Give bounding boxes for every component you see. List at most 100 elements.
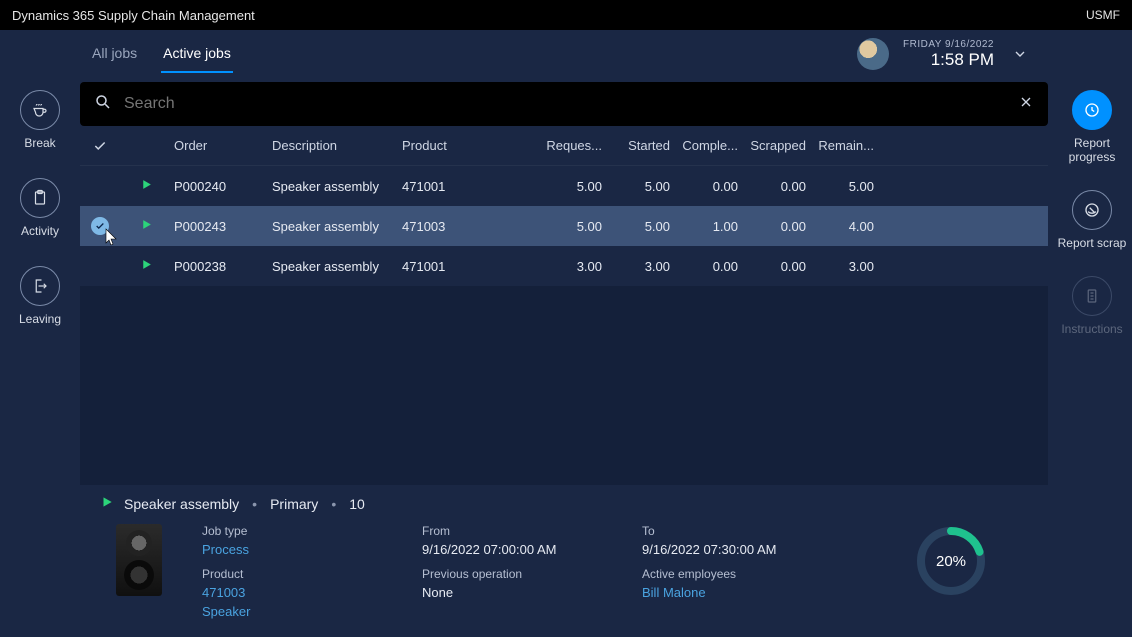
break-button[interactable]: Break xyxy=(20,90,60,150)
cell-remaining: 5.00 xyxy=(812,179,880,194)
exit-icon xyxy=(20,266,60,306)
col-requested[interactable]: Reques... xyxy=(540,138,608,153)
detail-title: Speaker assembly xyxy=(124,496,239,512)
search-bar[interactable] xyxy=(80,82,1048,126)
jobs-table: Order Description Product Reques... Star… xyxy=(80,126,1048,286)
col-scrapped[interactable]: Scrapped xyxy=(744,138,812,153)
prev-op: None xyxy=(422,585,602,600)
clipboard-icon xyxy=(20,178,60,218)
date-text: FRIDAY 9/16/2022 xyxy=(903,39,994,50)
play-icon[interactable] xyxy=(140,179,153,194)
product-thumbnail xyxy=(116,524,162,596)
search-input[interactable] xyxy=(124,95,1018,113)
cell-requested: 5.00 xyxy=(540,179,608,194)
col-order[interactable]: Order xyxy=(174,138,272,153)
progress-icon xyxy=(1072,90,1112,130)
avatar[interactable] xyxy=(857,38,889,70)
emp-label: Active employees xyxy=(642,567,822,581)
table-row[interactable]: P000238 Speaker assembly 471001 3.00 3.0… xyxy=(80,246,1048,286)
row-check-icon[interactable] xyxy=(91,217,109,235)
tab-all-jobs[interactable]: All jobs xyxy=(90,35,139,73)
employee[interactable]: Bill Malone xyxy=(642,585,822,600)
break-label: Break xyxy=(24,136,55,150)
progress-pct: 20% xyxy=(914,524,988,598)
col-completed[interactable]: Comple... xyxy=(676,138,744,153)
info-from: From 9/16/2022 07:00:00 AM Previous oper… xyxy=(422,524,602,619)
report-scrap-button[interactable]: Report scrap xyxy=(1058,190,1127,250)
cell-completed: 1.00 xyxy=(676,219,744,234)
to-label: To xyxy=(642,524,822,538)
to-value: 9/16/2022 07:30:00 AM xyxy=(642,542,822,557)
instructions-icon xyxy=(1072,276,1112,316)
report-scrap-label: Report scrap xyxy=(1058,236,1127,250)
search-icon xyxy=(94,93,112,116)
cell-scrapped: 0.00 xyxy=(744,179,812,194)
sidebar-left: Break Activity Leaving xyxy=(0,30,80,637)
prev-op-label: Previous operation xyxy=(422,567,602,581)
cell-started: 3.00 xyxy=(608,259,676,274)
chevron-down-icon[interactable] xyxy=(1008,42,1032,66)
col-started[interactable]: Started xyxy=(608,138,676,153)
cell-description: Speaker assembly xyxy=(272,179,402,194)
cell-started: 5.00 xyxy=(608,219,676,234)
from-label: From xyxy=(422,524,602,538)
cell-started: 5.00 xyxy=(608,179,676,194)
app-title: Dynamics 365 Supply Chain Management xyxy=(12,8,255,23)
play-icon[interactable] xyxy=(140,259,153,274)
titlebar: Dynamics 365 Supply Chain Management USM… xyxy=(0,0,1132,30)
leaving-button[interactable]: Leaving xyxy=(19,266,61,326)
cell-product: 471001 xyxy=(402,179,522,194)
col-product[interactable]: Product xyxy=(402,138,522,153)
org-code: USMF xyxy=(1086,8,1120,22)
from-value: 9/16/2022 07:00:00 AM xyxy=(422,542,602,557)
table-row[interactable]: P000240 Speaker assembly 471001 5.00 5.0… xyxy=(80,166,1048,206)
instructions-label: Instructions xyxy=(1061,322,1122,336)
date-block: FRIDAY 9/16/2022 1:58 PM xyxy=(903,39,994,70)
play-icon[interactable] xyxy=(100,495,114,512)
leaving-label: Leaving xyxy=(19,312,61,326)
col-description[interactable]: Description xyxy=(272,138,402,153)
header-check-icon[interactable] xyxy=(80,139,120,153)
tab-active-jobs[interactable]: Active jobs xyxy=(161,35,233,73)
cell-product: 471001 xyxy=(402,259,522,274)
cell-description: Speaker assembly xyxy=(272,259,402,274)
progress-ring: 20% xyxy=(914,524,988,598)
detail-tag2: 10 xyxy=(349,496,365,512)
product-name[interactable]: Speaker xyxy=(202,604,382,619)
info-job: Job type Process Product 471003 Speaker xyxy=(202,524,382,619)
cell-order: P000238 xyxy=(174,259,272,274)
report-progress-button[interactable]: Report progress xyxy=(1052,90,1132,164)
report-progress-label: Report progress xyxy=(1052,136,1132,164)
cell-scrapped: 0.00 xyxy=(744,259,812,274)
topbar: All jobs Active jobs FRIDAY 9/16/2022 1:… xyxy=(80,30,1052,78)
table-row[interactable]: P000243 Speaker assembly 471003 5.00 5.0… xyxy=(80,206,1048,246)
cell-order: P000243 xyxy=(174,219,272,234)
col-remaining[interactable]: Remain... xyxy=(812,138,880,153)
product-label: Product xyxy=(202,567,382,581)
job-type-label: Job type xyxy=(202,524,382,538)
cell-completed: 0.00 xyxy=(676,179,744,194)
instructions-button: Instructions xyxy=(1061,276,1122,336)
clear-icon[interactable] xyxy=(1018,94,1034,115)
cell-product: 471003 xyxy=(402,219,522,234)
coffee-icon xyxy=(20,90,60,130)
product-id[interactable]: 471003 xyxy=(202,585,382,600)
cell-requested: 3.00 xyxy=(540,259,608,274)
table-body: P000240 Speaker assembly 471001 5.00 5.0… xyxy=(80,166,1048,286)
cell-remaining: 4.00 xyxy=(812,219,880,234)
play-icon[interactable] xyxy=(140,219,153,234)
time-text: 1:58 PM xyxy=(903,50,994,70)
detail-tag1: Primary xyxy=(270,496,318,512)
cell-scrapped: 0.00 xyxy=(744,219,812,234)
detail-header: Speaker assembly • Primary • 10 xyxy=(100,495,1030,512)
cell-order: P000240 xyxy=(174,179,272,194)
main-area: All jobs Active jobs FRIDAY 9/16/2022 1:… xyxy=(80,30,1052,637)
job-type[interactable]: Process xyxy=(202,542,382,557)
cell-completed: 0.00 xyxy=(676,259,744,274)
activity-label: Activity xyxy=(21,224,59,238)
cell-remaining: 3.00 xyxy=(812,259,880,274)
scrap-icon xyxy=(1072,190,1112,230)
sidebar-right: Report progress Report scrap Instruction… xyxy=(1052,30,1132,637)
activity-button[interactable]: Activity xyxy=(20,178,60,238)
detail-panel: Speaker assembly • Primary • 10 Job type… xyxy=(80,485,1052,637)
